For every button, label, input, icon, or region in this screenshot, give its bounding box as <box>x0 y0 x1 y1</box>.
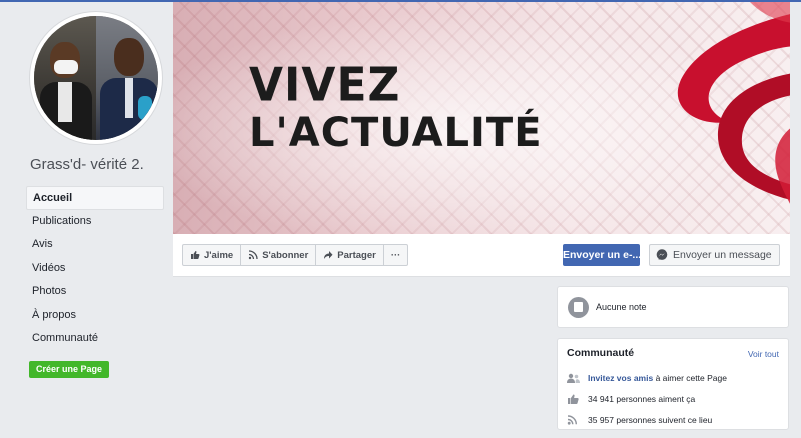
community-card: Communauté Voir tout Invitez vos amis à … <box>557 338 789 430</box>
followers-count-text: 35 957 personnes suivent ce lieu <box>588 415 713 425</box>
nav-item-a-propos[interactable]: À propos <box>26 304 164 328</box>
action-button-group: J'aime S'abonner Partager ··· <box>182 244 409 266</box>
friends-icon <box>567 373 580 383</box>
like-button[interactable]: J'aime <box>182 244 242 266</box>
share-arrow-icon <box>324 251 333 259</box>
more-options-button[interactable]: ··· <box>382 244 409 266</box>
nav-item-avis[interactable]: Avis <box>26 233 164 257</box>
invite-friends-row: Invitez vos amis à aimer cette Page <box>567 373 727 383</box>
notes-empty-text: Aucune note <box>596 302 647 312</box>
share-label: Partager <box>337 249 376 261</box>
send-message-label: Envoyer un message <box>673 249 772 261</box>
rss-icon <box>567 415 577 425</box>
more-dots-icon: ··· <box>390 249 401 261</box>
likes-count-text: 34 941 personnes aiment ça <box>588 394 696 404</box>
messenger-icon <box>656 249 668 260</box>
follow-button[interactable]: S'abonner <box>240 244 317 266</box>
profile-photo <box>34 16 158 140</box>
nav-item-photos[interactable]: Photos <box>26 280 164 304</box>
like-label: J'aime <box>204 249 234 261</box>
see-all-link[interactable]: Voir tout <box>748 349 779 359</box>
invite-friends-link[interactable]: Invitez vos amis <box>588 373 653 383</box>
share-button[interactable]: Partager <box>315 244 384 266</box>
page-nav: Accueil Publications Avis Vidéos Photos … <box>26 186 164 351</box>
nav-item-videos[interactable]: Vidéos <box>26 257 164 281</box>
followers-count-row: 35 957 personnes suivent ce lieu <box>567 415 712 425</box>
thumbs-up-icon <box>568 394 579 404</box>
follow-label: S'abonner <box>262 249 309 261</box>
send-message-button[interactable]: Envoyer un message <box>649 244 780 266</box>
thumbs-up-icon <box>191 251 200 259</box>
invite-friends-text: à aimer cette Page <box>655 373 727 383</box>
send-email-button[interactable]: Envoyer un e-... <box>563 244 640 266</box>
page-action-bar: J'aime S'abonner Partager ··· Envoyer un… <box>173 234 790 277</box>
nav-item-accueil[interactable]: Accueil <box>26 186 164 210</box>
page-title[interactable]: Grass'd- vérité 2. <box>30 156 144 173</box>
cover-headline-1: VIVEZ <box>249 58 401 113</box>
rss-icon <box>249 250 258 260</box>
nav-item-publications[interactable]: Publications <box>26 210 164 234</box>
red-swirl-graphic <box>678 2 790 204</box>
notes-card: Aucune note <box>557 286 789 328</box>
notes-icon <box>568 297 589 318</box>
profile-picture[interactable] <box>30 12 162 144</box>
cover-photo[interactable]: VIVEZ L'ACTUALITÉ <box>173 2 790 234</box>
cover-headline-2: L'ACTUALITÉ <box>249 110 543 156</box>
create-page-button[interactable]: Créer une Page <box>29 361 109 378</box>
nav-item-communaute[interactable]: Communauté <box>26 327 164 351</box>
likes-count-row: 34 941 personnes aiment ça <box>567 394 695 404</box>
community-title[interactable]: Communauté <box>567 347 634 359</box>
